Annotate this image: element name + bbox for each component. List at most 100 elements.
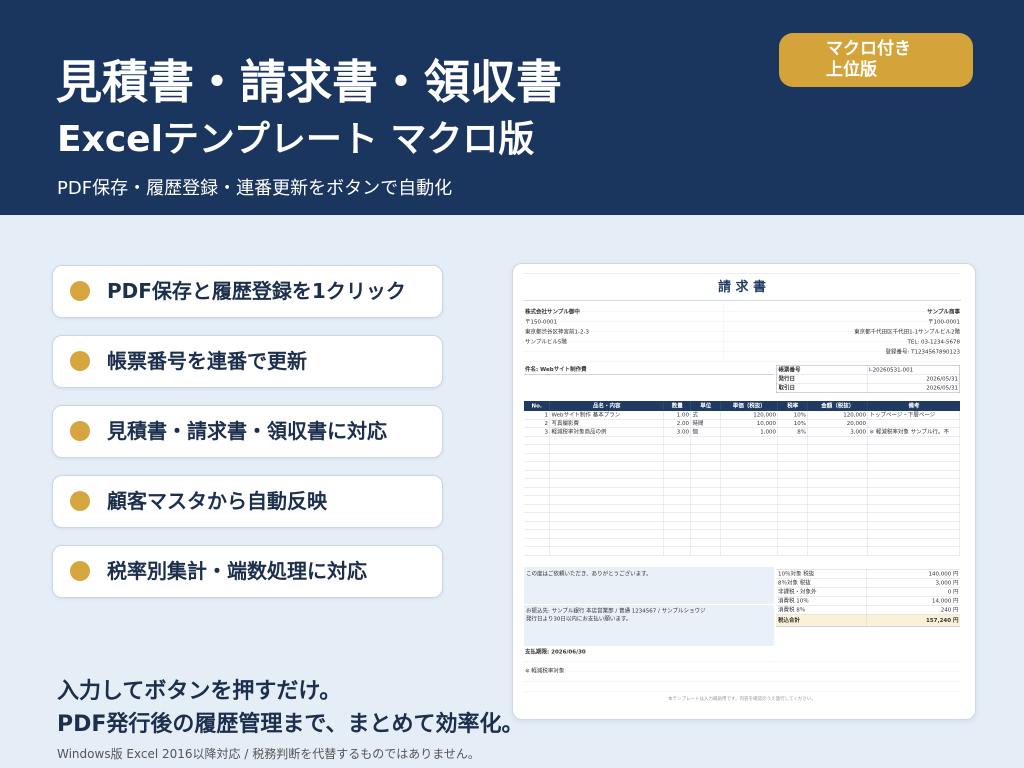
table-cell: トップページ・下層ページ [868, 411, 960, 419]
summary-value: 240 円 [940, 606, 959, 614]
issuer-registration: 登録番号: T1234567890123 [885, 348, 960, 356]
table-row [524, 436, 960, 445]
feature-label: 税率別集計・端数処理に対応 [107, 559, 367, 583]
table-cell [691, 513, 721, 521]
table-row [524, 445, 960, 454]
table-cell [550, 538, 664, 547]
feature-card: PDF保存と履歴登録を1クリック [52, 265, 443, 318]
table-cell [691, 496, 721, 504]
table-cell: 120,000 [808, 411, 868, 419]
table-header-cell: 単位 [691, 401, 721, 411]
table-cell: 3,000 [808, 428, 868, 436]
table-cell [664, 547, 691, 555]
table-cell [721, 504, 778, 513]
table-cell: 10% [778, 419, 808, 428]
table-cell [808, 470, 868, 479]
table-cell: 軽減税率対象商品の例 [550, 428, 664, 436]
table-cell [524, 462, 550, 470]
meta-value: 2026/05/31 [926, 384, 958, 392]
table-cell: 個 [691, 428, 721, 436]
table-cell [808, 521, 868, 530]
summary-label: 消費税 10％ [776, 596, 867, 605]
summary-row: 10％対象 税抜 140,000 円 [776, 569, 960, 579]
table-cell [550, 462, 664, 470]
table-cell [721, 538, 778, 547]
table-cell [664, 538, 691, 547]
sheet-gridline-vertical [723, 302, 724, 362]
table-cell [868, 547, 960, 555]
table-cell [691, 487, 721, 496]
table-cell [550, 504, 664, 513]
table-cell [721, 453, 778, 462]
table-cell [550, 513, 664, 521]
table-cell [550, 547, 664, 555]
table-cell [550, 479, 664, 487]
issuer-tel: TEL: 03-1234-5678 [907, 338, 960, 346]
table-cell [691, 445, 721, 453]
table-cell [721, 462, 778, 470]
feature-label: 見積書・請求書・領収書に対応 [107, 419, 387, 443]
table-row [524, 487, 960, 496]
table-row [524, 521, 960, 530]
table-cell [778, 436, 808, 445]
payment-note: 発行日より30日以内にお支払い願います。 [526, 615, 632, 623]
table-cell [868, 496, 960, 504]
summary-row: 消費税 8％ 240 円 [776, 605, 960, 615]
table-cell [808, 436, 868, 445]
table-row [524, 470, 960, 479]
table-cell [868, 462, 960, 470]
closing-line-2: PDF発行後の履歴管理まで、まとめて効率化。 [57, 712, 524, 737]
table-cell [868, 445, 960, 453]
table-cell [778, 547, 808, 555]
meta-value: I-20260531-001 [869, 366, 914, 374]
table-cell [868, 521, 960, 530]
table-row [524, 504, 960, 513]
table-row: 2 写真撮影費 2.00 時間 10,000 10% 20,000 [524, 419, 960, 428]
bank-info: お振込先: サンプル銀行 本店営業部 / 普通 1234567 / サンプルショ… [526, 607, 706, 615]
table-cell [721, 530, 778, 538]
table-cell: 1 [524, 411, 550, 419]
table-row: 1 Webサイト制作 基本プラン 1.00 式 120,000 10% 120,000 トップ… [524, 411, 960, 420]
table-cell [868, 538, 960, 547]
table-cell [808, 538, 868, 547]
table-cell [778, 513, 808, 521]
table-cell [868, 453, 960, 462]
table-cell [691, 521, 721, 530]
table-cell [868, 436, 960, 445]
table-cell [808, 462, 868, 470]
meta-value: 2026/05/31 [926, 375, 958, 383]
bullet-dot-icon [70, 561, 90, 581]
table-cell [778, 496, 808, 504]
table-cell: 3.00 [664, 428, 691, 436]
bullet-dot-icon [70, 421, 90, 441]
table-cell [808, 496, 868, 504]
sheet-top-border [523, 273, 961, 274]
page-subtitle: Excelテンプレート マクロ版 [57, 119, 535, 160]
feature-label: 顧客マスタから自動反映 [107, 489, 327, 513]
table-cell [664, 496, 691, 504]
table-cell [664, 436, 691, 445]
table-cell [664, 530, 691, 538]
table-cell: 1.00 [664, 411, 691, 419]
feature-card: 帳票番号を連番で更新 [52, 335, 443, 388]
title-divider [523, 300, 961, 301]
invoice-subject: 件名: Webサイト制作費 [524, 365, 774, 375]
table-cell: 式 [691, 411, 721, 419]
table-row: 3 軽減税率対象商品の例 3.00 個 1,000 8% 3,000 ※ 軽減税率対象 サンプ… [524, 428, 960, 437]
feature-card: 顧客マスタから自動反映 [52, 475, 443, 528]
customer-name: 株式会社サンプル御中 [525, 308, 580, 316]
table-cell [868, 419, 960, 428]
meta-row: 取引日 2026/05/31 [777, 383, 960, 393]
invoice-meta-box: 帳票番号 I-20260531-001 発行日 2026/05/31 取引日 2026/0… [776, 365, 960, 393]
table-cell [868, 479, 960, 487]
table-cell [524, 547, 550, 555]
table-row [524, 513, 960, 522]
table-cell [524, 538, 550, 547]
table-cell [524, 436, 550, 445]
meta-label: 発行日 [777, 374, 868, 383]
bank-box: お振込先: サンプル銀行 本店営業部 / 普通 1234567 / サンプルショ… [524, 605, 774, 646]
summary-value: 157,240 円 [926, 617, 959, 624]
table-header-cell: No. [524, 401, 550, 411]
table-cell: 1,000 [721, 428, 778, 436]
summary-label: 消費税 8％ [776, 605, 867, 614]
